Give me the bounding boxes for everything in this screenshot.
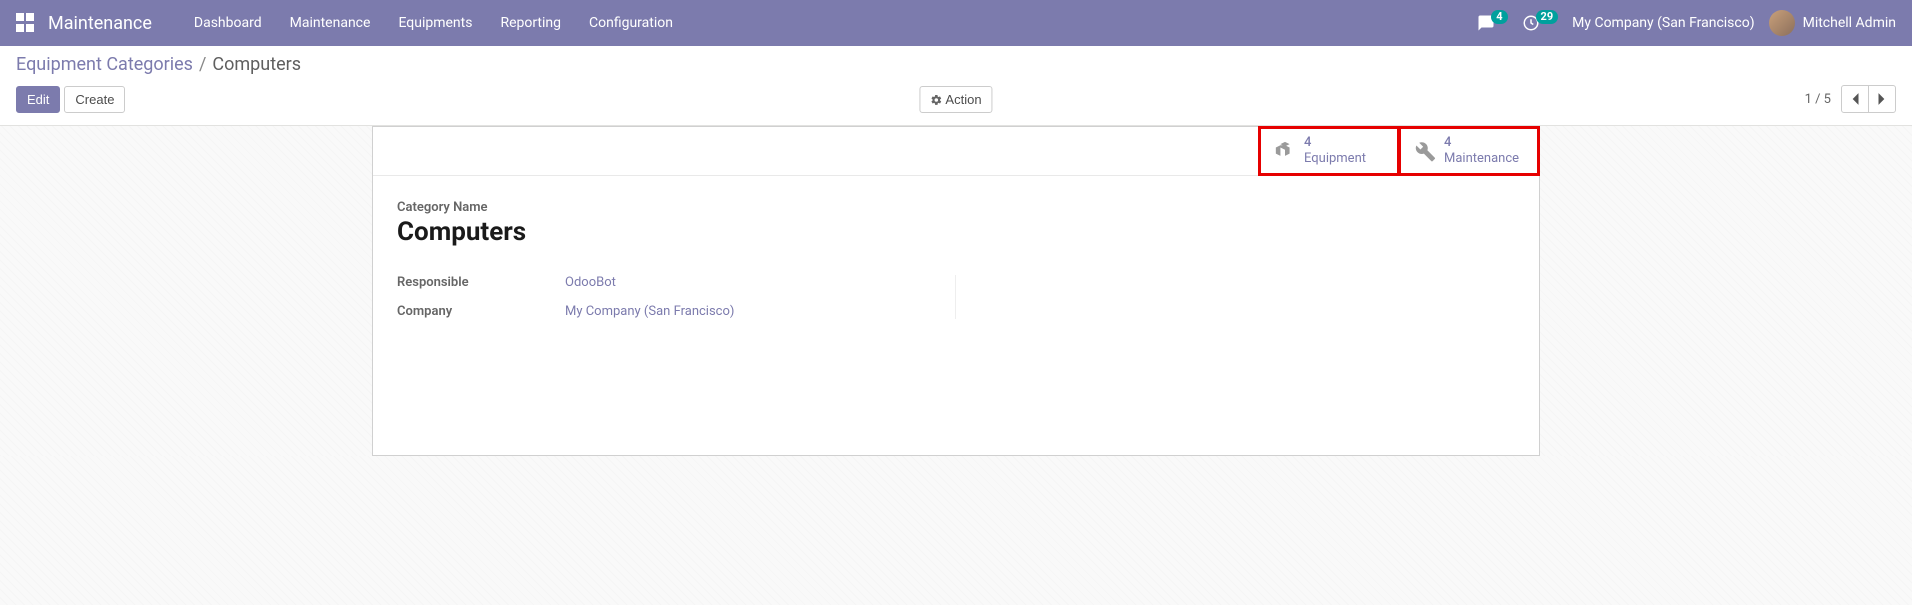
company-value[interactable]: My Company (San Francisco) — [565, 304, 734, 319]
responsible-label: Responsible — [397, 275, 557, 290]
main-menu: Dashboard Maintenance Equipments Reporti… — [180, 0, 687, 46]
menu-maintenance[interactable]: Maintenance — [276, 0, 385, 46]
breadcrumb: Equipment Categories / Computers — [16, 54, 1896, 75]
messages-tray[interactable]: 4 — [1477, 14, 1507, 32]
top-nav: Maintenance Dashboard Maintenance Equipm… — [0, 0, 1912, 46]
responsible-value[interactable]: OdooBot — [565, 275, 616, 290]
user-menu[interactable]: Mitchell Admin — [1769, 10, 1896, 36]
stat-equipment-label: Equipment — [1304, 151, 1366, 167]
edit-button[interactable]: Edit — [16, 86, 60, 113]
stat-equipment-button[interactable]: 4 Equipment — [1259, 127, 1399, 175]
pager-prev[interactable] — [1841, 85, 1869, 113]
chevron-left-icon — [1850, 92, 1860, 106]
stat-equipment-count: 4 — [1304, 135, 1366, 151]
gear-icon — [930, 94, 942, 106]
cubes-icon — [1274, 140, 1296, 162]
pager-value[interactable]: 1 / 5 — [1805, 92, 1831, 107]
stat-maintenance-count: 4 — [1444, 135, 1519, 151]
chevron-right-icon — [1877, 92, 1887, 106]
action-dropdown[interactable]: Action — [919, 86, 992, 113]
pager: 1 / 5 — [1805, 85, 1896, 113]
create-button[interactable]: Create — [64, 86, 125, 113]
breadcrumb-current: Computers — [212, 54, 301, 75]
category-name-label: Category Name — [397, 200, 1515, 215]
avatar — [1769, 10, 1795, 36]
apps-icon[interactable] — [16, 13, 36, 33]
stat-maintenance-label: Maintenance — [1444, 151, 1519, 167]
company-label: Company — [397, 304, 557, 319]
user-name: Mitchell Admin — [1803, 15, 1896, 31]
menu-reporting[interactable]: Reporting — [486, 0, 575, 46]
stat-buttons: 4 Equipment 4 Maintenance — [373, 127, 1539, 176]
pager-next[interactable] — [1868, 85, 1896, 113]
control-panel: Equipment Categories / Computers Edit Cr… — [0, 46, 1912, 126]
category-name-value: Computers — [397, 217, 1515, 247]
menu-dashboard[interactable]: Dashboard — [180, 0, 276, 46]
activities-badge: 29 — [1536, 10, 1559, 24]
stat-maintenance-button[interactable]: 4 Maintenance — [1399, 127, 1539, 175]
app-brand[interactable]: Maintenance — [48, 13, 152, 34]
activities-tray[interactable]: 29 — [1522, 14, 1559, 32]
form-sheet: 4 Equipment 4 Maintenance Category Name … — [372, 126, 1540, 456]
company-switcher[interactable]: My Company (San Francisco) — [1572, 15, 1754, 31]
messages-badge: 4 — [1491, 10, 1507, 24]
wrench-icon — [1414, 140, 1436, 162]
breadcrumb-separator: / — [199, 54, 206, 75]
breadcrumb-parent[interactable]: Equipment Categories — [16, 54, 193, 75]
menu-configuration[interactable]: Configuration — [575, 0, 687, 46]
menu-equipments[interactable]: Equipments — [384, 0, 486, 46]
